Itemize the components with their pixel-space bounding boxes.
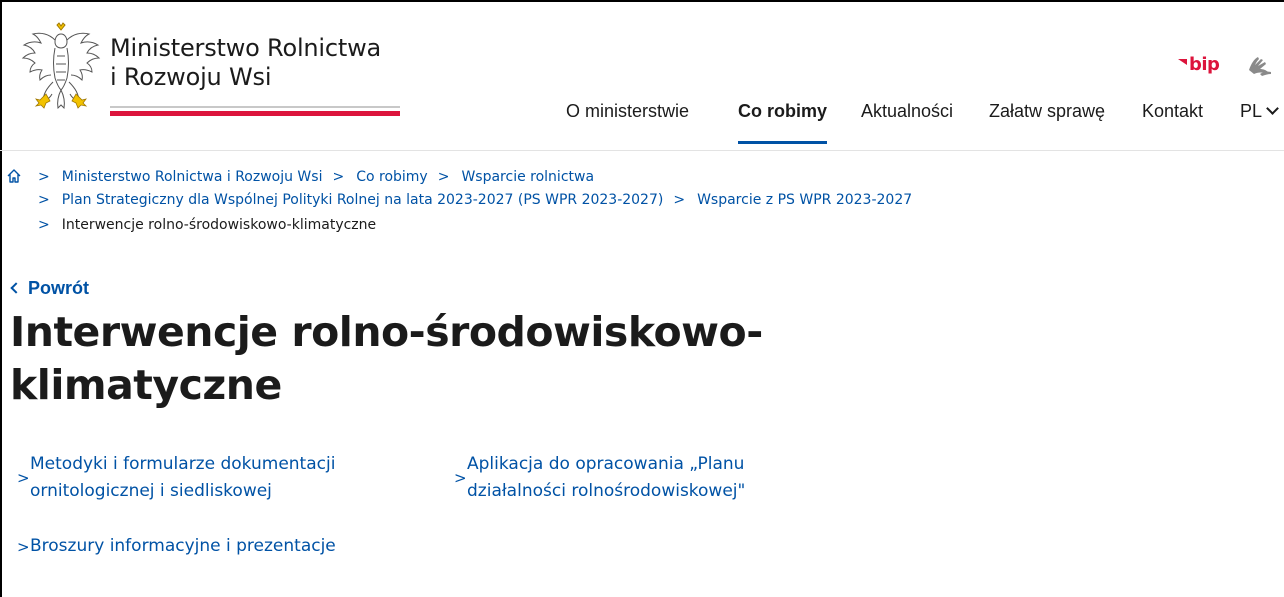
breadcrumb-line2: > Plan Strategiczny dla Wspólnej Polityki… bbox=[38, 191, 912, 209]
page-title: Interwencje rolno-środowiskowo- klimatyc… bbox=[10, 306, 870, 412]
link-aplikacja[interactable]: > Aplikacja do opracowania „Planu działa… bbox=[454, 451, 746, 505]
nav-co-robimy[interactable]: Co robimy bbox=[738, 101, 828, 144]
page-title-line1: Interwencje rolno-środowiskowo- bbox=[10, 308, 763, 356]
bip-link[interactable]: bip bbox=[1178, 54, 1220, 75]
breadcrumb-item-wsparcie-ps-wpr[interactable]: Wsparcie z PS WPR 2023-2027 bbox=[697, 192, 912, 208]
nav-aktualnosci[interactable]: Aktualności bbox=[861, 101, 953, 122]
breadcrumb-separator: > bbox=[437, 169, 450, 185]
home-icon[interactable] bbox=[6, 168, 22, 184]
breadcrumb-item-wsparcie-rolnictwa[interactable]: Wsparcie rolnictwa bbox=[461, 169, 594, 185]
link-aplikacja-line2: działalności rolnośrodowiskowej" bbox=[467, 481, 746, 501]
breadcrumb-separator: > bbox=[38, 192, 50, 208]
breadcrumb-line3: > Interwencje rolno-środowiskowo-klimatyc… bbox=[38, 216, 376, 234]
chevron-right-icon: > bbox=[454, 469, 467, 487]
link-metodyki-line1: Metodyki i formularze dokumentacji bbox=[30, 454, 336, 474]
link-metodyki-line2: ornitologicznej i siedliskowej bbox=[30, 481, 272, 501]
link-metodyki[interactable]: > Metodyki i formularze dokumentacji orn… bbox=[17, 451, 336, 505]
breadcrumb-separator: > bbox=[38, 217, 50, 233]
breadcrumb-separator: > bbox=[332, 169, 345, 185]
site-name-line2: i Rozwoju Wsi bbox=[110, 63, 272, 91]
header-divider bbox=[0, 150, 1284, 151]
nav-kontakt[interactable]: Kontakt bbox=[1142, 101, 1203, 122]
main-nav: O ministerstwie Co robimy Aktualności Za… bbox=[0, 101, 1284, 144]
breadcrumb-item-plan-strategiczny[interactable]: Plan Strategiczny dla Wspólnej Polityki … bbox=[62, 192, 664, 208]
breadcrumb-current: Interwencje rolno-środowiskowo-klimatycz… bbox=[61, 217, 377, 233]
chevron-right-icon: > bbox=[17, 538, 30, 556]
page-title-line2: klimatyczne bbox=[10, 361, 282, 409]
bip-label: bip bbox=[1189, 54, 1220, 75]
breadcrumb-item-co-robimy[interactable]: Co robimy bbox=[356, 169, 428, 185]
chevron-down-icon bbox=[1266, 102, 1279, 115]
link-broszury[interactable]: > Broszury informacyjne i prezentacje bbox=[17, 533, 336, 560]
language-selector[interactable]: PL bbox=[1240, 101, 1279, 122]
breadcrumb-separator: > bbox=[673, 192, 686, 208]
bip-flag-icon bbox=[1178, 59, 1187, 65]
site-name[interactable]: Ministerstwo Rolnictwa i Rozwoju Wsi bbox=[110, 34, 381, 92]
chevron-left-icon bbox=[10, 282, 22, 294]
nav-zalatw-sprawe[interactable]: Załatw sprawę bbox=[989, 101, 1105, 122]
link-broszury-line1: Broszury informacyjne i prezentacje bbox=[30, 536, 336, 556]
language-label: PL bbox=[1240, 101, 1263, 121]
sign-language-icon[interactable] bbox=[1246, 54, 1276, 76]
back-label: Powrót bbox=[28, 278, 89, 298]
breadcrumb: > Ministerstwo Rolnictwa i Rozwoju Wsi > Co… bbox=[38, 168, 594, 186]
breadcrumb-item-ministry[interactable]: Ministerstwo Rolnictwa i Rozwoju Wsi bbox=[62, 169, 323, 185]
site-name-line1: Ministerstwo Rolnictwa bbox=[110, 34, 382, 62]
chevron-right-icon: > bbox=[17, 469, 30, 487]
back-link[interactable]: Powrót bbox=[10, 278, 89, 299]
nav-o-ministerstwie[interactable]: O ministerstwie bbox=[566, 101, 689, 122]
link-aplikacja-line1: Aplikacja do opracowania „Planu bbox=[467, 454, 745, 474]
breadcrumb-separator: > bbox=[38, 169, 50, 185]
